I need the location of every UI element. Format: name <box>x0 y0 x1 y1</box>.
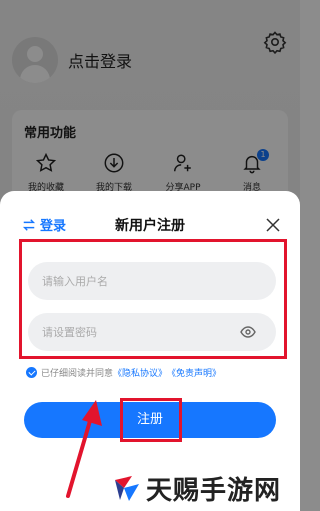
privacy-link[interactable]: 《隐私协议》 <box>113 366 167 379</box>
disclaimer-link[interactable]: 《免责声明》 <box>167 366 221 379</box>
sheet-header: 登录 新用户注册 <box>0 215 300 237</box>
register-highlight-box <box>120 398 182 442</box>
sheet-title: 新用户注册 <box>115 218 185 234</box>
close-icon[interactable] <box>266 218 280 232</box>
agreement-checkbox[interactable] <box>26 367 37 378</box>
agreement-text: 已仔细阅读并同意 <box>41 369 114 379</box>
fields-highlight-box <box>19 239 287 359</box>
register-sheet: 登录 新用户注册 已仔细阅读并同意 《隐私协议》 《免责声明》 注册 <box>0 191 300 511</box>
annotation-arrow-icon <box>66 400 102 498</box>
watermark-text: 天赐手游网 <box>146 476 282 506</box>
watermark: 天赐手游网 <box>112 470 281 507</box>
site-logo-icon <box>115 475 139 501</box>
agreement-row: 已仔细阅读并同意 《隐私协议》 《免责声明》 <box>26 366 221 379</box>
